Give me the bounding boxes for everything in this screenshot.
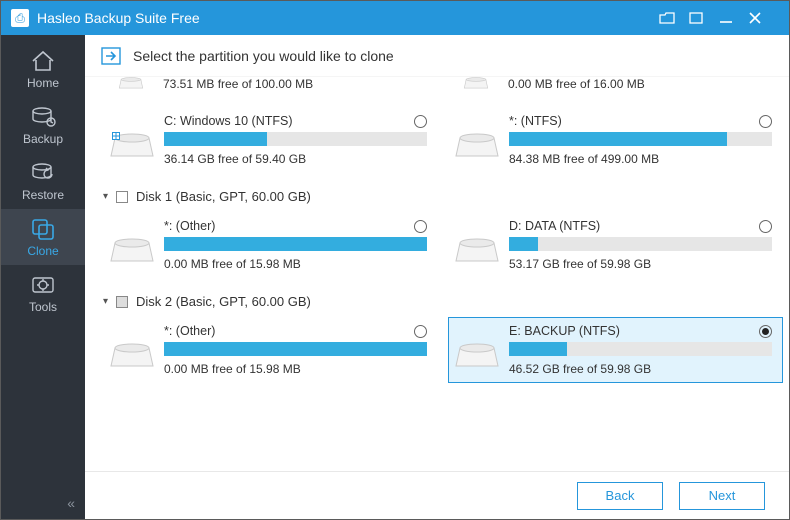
sidebar: Home Backup Restore Clone bbox=[1, 35, 85, 519]
disk-header[interactable]: ▾ Disk 2 (Basic, GPT, 60.00 GB) bbox=[103, 284, 783, 311]
partition-card[interactable]: 73.51 MB free of 100.00 MB bbox=[103, 77, 438, 101]
sidebar-collapse-icon[interactable]: « bbox=[67, 495, 75, 511]
chevron-down-icon[interactable]: ▾ bbox=[103, 296, 108, 307]
partition-radio[interactable] bbox=[759, 325, 772, 338]
usage-bar bbox=[509, 342, 772, 356]
disk-checkbox[interactable] bbox=[116, 296, 128, 308]
disk-label: Disk 1 (Basic, GPT, 60.00 GB) bbox=[136, 189, 311, 204]
usage-bar bbox=[164, 342, 427, 356]
usage-fill bbox=[164, 132, 267, 146]
clone-step-icon bbox=[101, 47, 121, 65]
home-icon bbox=[29, 49, 57, 73]
sidebar-item-label: Backup bbox=[23, 132, 63, 146]
partition-label: *: (Other) bbox=[164, 219, 406, 233]
usage-bar bbox=[164, 132, 427, 146]
partition-label: C: Windows 10 (NTFS) bbox=[164, 114, 406, 128]
disk-checkbox[interactable] bbox=[116, 191, 128, 203]
partition-label: *: (NTFS) bbox=[509, 114, 751, 128]
instruction-bar: Select the partition you would like to c… bbox=[85, 35, 789, 77]
backup-icon bbox=[29, 105, 57, 129]
instruction-text: Select the partition you would like to c… bbox=[133, 48, 394, 64]
usage-fill bbox=[509, 132, 727, 146]
partition-radio[interactable] bbox=[759, 220, 772, 233]
sidebar-item-clone[interactable]: Clone bbox=[1, 209, 85, 265]
usage-fill bbox=[164, 237, 427, 251]
back-button[interactable]: Back bbox=[577, 482, 663, 510]
chevron-down-icon[interactable]: ▾ bbox=[103, 191, 108, 202]
disk-header[interactable]: ▾ Disk 1 (Basic, GPT, 60.00 GB) bbox=[103, 179, 783, 206]
drive-icon bbox=[110, 128, 154, 166]
sidebar-item-label: Clone bbox=[27, 244, 58, 258]
drive-icon bbox=[454, 77, 498, 93]
sidebar-item-label: Home bbox=[27, 76, 59, 90]
partition-card[interactable]: 0.00 MB free of 16.00 MB bbox=[448, 77, 783, 101]
partition-radio[interactable] bbox=[414, 220, 427, 233]
usage-bar bbox=[509, 237, 772, 251]
title-bar: ⎙ Hasleo Backup Suite Free bbox=[1, 1, 789, 35]
usage-fill bbox=[164, 342, 427, 356]
partition-free: 0.00 MB free of 15.98 MB bbox=[164, 257, 427, 271]
next-button[interactable]: Next bbox=[679, 482, 765, 510]
sidebar-item-restore[interactable]: Restore bbox=[1, 153, 85, 209]
app-title: Hasleo Backup Suite Free bbox=[37, 10, 659, 26]
partition-card[interactable]: C: Windows 10 (NTFS) 36.14 GB free of 59… bbox=[103, 107, 438, 173]
open-icon[interactable] bbox=[659, 11, 689, 25]
drive-icon bbox=[110, 233, 154, 271]
partition-free: 53.17 GB free of 59.98 GB bbox=[509, 257, 772, 271]
partition-radio[interactable] bbox=[759, 115, 772, 128]
partition-free: 36.14 GB free of 59.40 GB bbox=[164, 152, 427, 166]
partition-free: 46.52 GB free of 59.98 GB bbox=[509, 362, 772, 376]
partition-card[interactable]: *: (NTFS) 84.38 MB free of 499.00 MB bbox=[448, 107, 783, 173]
usage-fill bbox=[509, 342, 567, 356]
partition-card[interactable]: D: DATA (NTFS) 53.17 GB free of 59.98 GB bbox=[448, 212, 783, 278]
usage-bar bbox=[509, 132, 772, 146]
window-minimize-icon[interactable] bbox=[719, 12, 749, 24]
partition-label: D: DATA (NTFS) bbox=[509, 219, 751, 233]
partition-label: *: (Other) bbox=[164, 324, 406, 338]
partition-free: 0.00 MB free of 15.98 MB bbox=[164, 362, 427, 376]
sidebar-item-label: Tools bbox=[29, 300, 57, 314]
drive-icon bbox=[109, 77, 153, 93]
usage-bar bbox=[164, 237, 427, 251]
drive-icon bbox=[455, 233, 499, 271]
partition-radio[interactable] bbox=[414, 115, 427, 128]
partition-free: 0.00 MB free of 16.00 MB bbox=[508, 77, 773, 91]
sidebar-item-tools[interactable]: Tools bbox=[1, 265, 85, 321]
partition-radio[interactable] bbox=[414, 325, 427, 338]
restore-icon bbox=[29, 161, 57, 185]
drive-icon bbox=[455, 128, 499, 166]
sidebar-item-home[interactable]: Home bbox=[1, 41, 85, 97]
partition-free: 73.51 MB free of 100.00 MB bbox=[163, 77, 428, 91]
footer: Back Next bbox=[85, 471, 789, 519]
disk-label: Disk 2 (Basic, GPT, 60.00 GB) bbox=[136, 294, 311, 309]
partition-label: E: BACKUP (NTFS) bbox=[509, 324, 751, 338]
sidebar-item-backup[interactable]: Backup bbox=[1, 97, 85, 153]
clone-icon bbox=[29, 217, 57, 241]
drive-icon bbox=[455, 338, 499, 376]
window-close-icon[interactable] bbox=[749, 12, 779, 24]
window-maximize-icon[interactable] bbox=[689, 12, 719, 24]
partition-card[interactable]: *: (Other) 0.00 MB free of 15.98 MB bbox=[103, 317, 438, 383]
tools-icon bbox=[29, 273, 57, 297]
usage-fill bbox=[509, 237, 538, 251]
sidebar-item-label: Restore bbox=[22, 188, 64, 202]
partition-scroll-area[interactable]: 73.51 MB free of 100.00 MB 0.00 MB free … bbox=[85, 77, 789, 471]
partition-card[interactable]: E: BACKUP (NTFS) 46.52 GB free of 59.98 … bbox=[448, 317, 783, 383]
app-logo-icon: ⎙ bbox=[11, 9, 29, 27]
drive-icon bbox=[110, 338, 154, 376]
partition-free: 84.38 MB free of 499.00 MB bbox=[509, 152, 772, 166]
partition-card[interactable]: *: (Other) 0.00 MB free of 15.98 MB bbox=[103, 212, 438, 278]
